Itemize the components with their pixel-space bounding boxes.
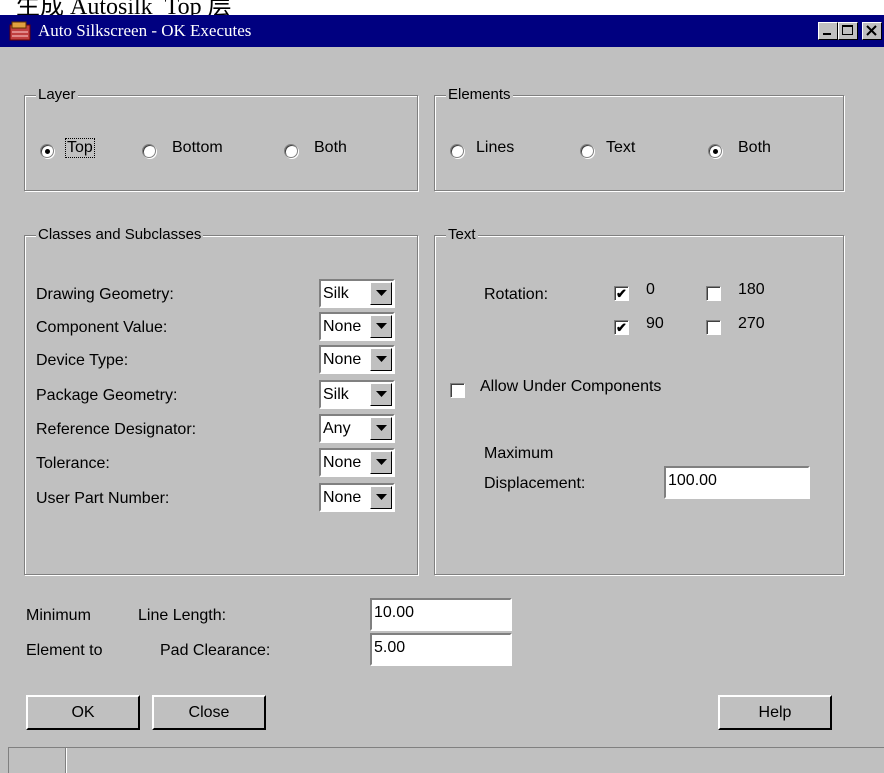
rotation-270-label[interactable]: 270 — [738, 315, 765, 333]
layer-top-label[interactable]: Top — [65, 138, 95, 158]
user-part-number-select[interactable]: None — [319, 483, 395, 512]
text-legend: Text — [446, 226, 478, 243]
elements-text-radio[interactable] — [580, 144, 594, 158]
rotation-90-checkbox[interactable]: ✔ — [614, 320, 629, 335]
user-part-number-label: User Part Number: — [36, 490, 170, 507]
dropdown-button[interactable] — [370, 451, 392, 474]
drawing-geometry-label: Drawing Geometry: — [36, 286, 174, 303]
chevron-down-icon — [376, 494, 387, 500]
rotation-270-checkbox[interactable] — [706, 320, 721, 335]
rotation-90-label[interactable]: 90 — [646, 315, 664, 333]
rotation-label: Rotation: — [484, 286, 549, 303]
displacement-label: Displacement: — [484, 475, 586, 492]
package-geometry-value: Silk — [323, 386, 349, 403]
dropdown-button[interactable] — [370, 315, 392, 338]
reference-designator-value: Any — [323, 420, 351, 437]
elements-lines-radio[interactable] — [450, 144, 464, 158]
maximize-icon — [842, 25, 853, 35]
classes-legend: Classes and Subclasses — [36, 226, 204, 243]
title-bar[interactable]: Auto Silkscreen - OK Executes — [0, 15, 884, 47]
tolerance-select[interactable]: None — [319, 448, 395, 477]
reference-designator-select[interactable]: Any — [319, 414, 395, 443]
layer-both-radio[interactable] — [284, 144, 298, 158]
allow-under-components-label[interactable]: Allow Under Components — [480, 378, 661, 396]
component-value-label: Component Value: — [36, 319, 168, 336]
radio-selected-dot — [45, 149, 50, 154]
elements-both-radio[interactable] — [708, 144, 722, 158]
pad-clearance-label: Pad Clearance: — [160, 642, 271, 659]
drawing-geometry-select[interactable]: Silk — [319, 279, 395, 308]
close-window-button[interactable] — [862, 22, 882, 40]
rotation-180-label[interactable]: 180 — [738, 281, 765, 299]
user-part-number-value: None — [323, 489, 362, 506]
element-to-label: Element to — [26, 642, 103, 659]
layer-legend: Layer — [36, 86, 78, 103]
element-pad-clearance-value: 5.00 — [374, 639, 406, 656]
elements-legend: Elements — [446, 86, 513, 103]
dropdown-button[interactable] — [370, 486, 392, 509]
device-type-label: Device Type: — [36, 352, 129, 369]
drawing-geometry-value: Silk — [323, 285, 349, 302]
status-bar — [8, 747, 884, 773]
elements-both-label[interactable]: Both — [738, 139, 771, 157]
chevron-down-icon — [376, 290, 387, 296]
dropdown-button[interactable] — [370, 383, 392, 406]
reference-designator-label: Reference Designator: — [36, 421, 197, 438]
dropdown-button[interactable] — [370, 417, 392, 440]
help-button[interactable]: Help — [718, 695, 832, 730]
minimize-button[interactable] — [818, 22, 838, 40]
minimize-icon — [823, 33, 831, 35]
elements-text-label[interactable]: Text — [606, 139, 635, 157]
radio-selected-dot — [713, 149, 718, 154]
package-geometry-select[interactable]: Silk — [319, 380, 395, 409]
close-icon — [866, 25, 877, 36]
auto-silkscreen-dialog: Auto Silkscreen - OK Executes Layer Top … — [0, 15, 884, 773]
rotation-0-label[interactable]: 0 — [646, 281, 655, 299]
maximize-button[interactable] — [838, 22, 858, 40]
chevron-down-icon — [376, 425, 387, 431]
component-value-value: None — [323, 318, 362, 335]
line-length-label: Line Length: — [138, 607, 227, 624]
app-icon — [8, 20, 32, 42]
tolerance-label: Tolerance: — [36, 455, 110, 472]
elements-lines-label[interactable]: Lines — [476, 139, 514, 157]
rotation-180-checkbox[interactable] — [706, 286, 721, 301]
device-type-select[interactable]: None — [319, 345, 395, 374]
layer-bottom-label[interactable]: Bottom — [172, 139, 223, 157]
minimum-label: Minimum — [26, 607, 91, 624]
window-title: Auto Silkscreen - OK Executes — [38, 21, 252, 40]
minimum-line-length-value: 10.00 — [374, 604, 415, 621]
dropdown-button[interactable] — [370, 348, 392, 371]
minimum-line-length-field[interactable]: 10.00 — [370, 598, 512, 631]
layer-top-radio[interactable] — [40, 144, 54, 158]
element-pad-clearance-field[interactable]: 5.00 — [370, 633, 512, 666]
tolerance-value: None — [323, 454, 362, 471]
component-value-select[interactable]: None — [319, 312, 395, 341]
chevron-down-icon — [376, 356, 387, 362]
maximum-label: Maximum — [484, 445, 554, 462]
close-button[interactable]: Close — [152, 695, 266, 730]
allow-under-components-checkbox[interactable] — [450, 383, 465, 398]
displacement-field[interactable]: 100.00 — [664, 466, 810, 499]
rotation-0-checkbox[interactable]: ✔ — [614, 286, 629, 301]
package-geometry-label: Package Geometry: — [36, 387, 178, 404]
dropdown-button[interactable] — [370, 282, 392, 305]
status-divider-highlight — [66, 748, 67, 773]
chevron-down-icon — [376, 391, 387, 397]
displacement-value: 100.00 — [668, 472, 717, 489]
layer-bottom-radio[interactable] — [142, 144, 156, 158]
layer-both-label[interactable]: Both — [314, 139, 347, 157]
ok-button[interactable]: OK — [26, 695, 140, 730]
chevron-down-icon — [376, 459, 387, 465]
chevron-down-icon — [376, 323, 387, 329]
device-type-value: None — [323, 351, 362, 368]
